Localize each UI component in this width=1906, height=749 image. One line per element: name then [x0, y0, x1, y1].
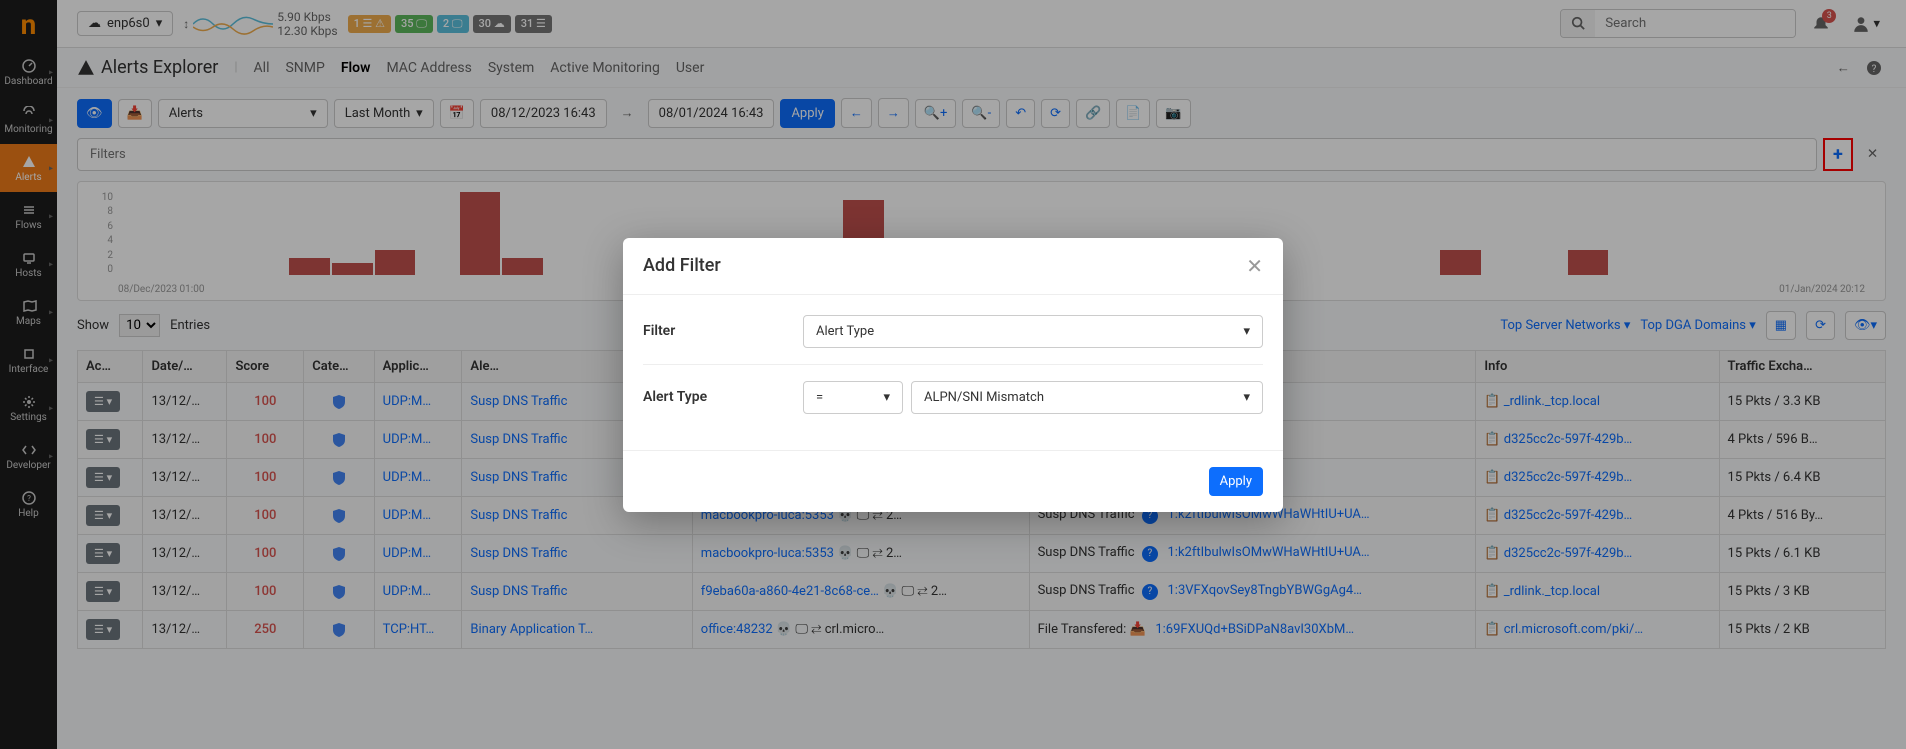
chevron-down-icon: ▾ — [1243, 390, 1250, 405]
chevron-down-icon: ▾ — [883, 390, 890, 405]
modal-close-button[interactable]: ✕ — [1246, 254, 1263, 278]
modal-apply-button[interactable]: Apply — [1209, 467, 1263, 496]
modal-footer: Apply — [623, 450, 1283, 512]
chevron-down-icon: ▾ — [1243, 324, 1250, 339]
filter-select[interactable]: Alert Type▾ — [803, 315, 1263, 348]
divider — [643, 364, 1263, 365]
modal-header: Add Filter ✕ — [623, 238, 1283, 295]
operator-select[interactable]: =▾ — [803, 381, 903, 414]
alert-type-label: Alert Type — [643, 389, 783, 405]
add-filter-modal: Add Filter ✕ Filter Alert Type▾ Alert Ty… — [623, 238, 1283, 512]
modal-title: Add Filter — [643, 255, 721, 276]
modal-body: Filter Alert Type▾ Alert Type =▾ ALPN/SN… — [623, 295, 1283, 450]
alert-type-value-select[interactable]: ALPN/SNI Mismatch▾ — [911, 381, 1263, 414]
filter-field-label: Filter — [643, 323, 783, 339]
